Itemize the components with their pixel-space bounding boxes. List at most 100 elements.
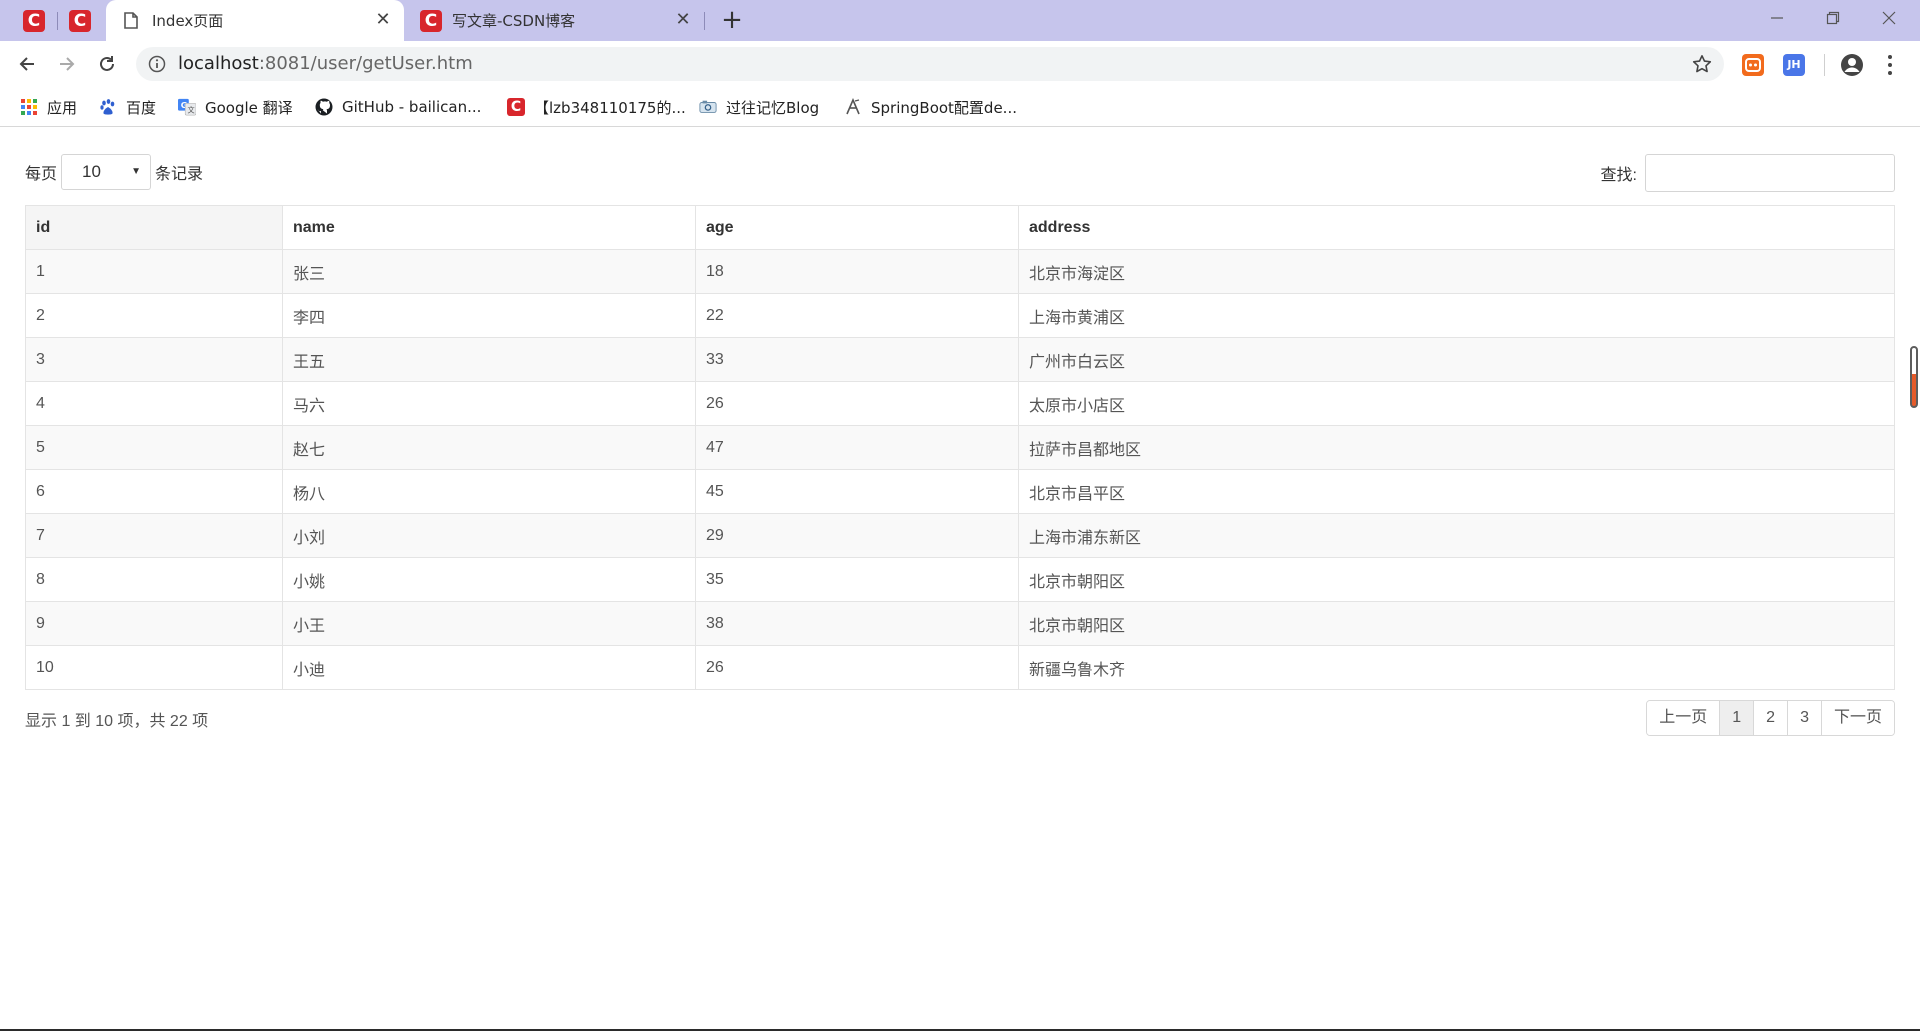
new-tab-button[interactable]: + (718, 6, 746, 34)
table-header-row: id name age address (25, 205, 1895, 250)
bookmark-label: 应用 (47, 98, 78, 117)
bookmark-csdn-blog[interactable]: C 【lzb348110175的... (507, 87, 686, 127)
pagination: 上一页 1 2 3 下一页 (1646, 700, 1895, 736)
csdn-logo: C (507, 98, 525, 116)
cell-name: 杨八 (282, 469, 696, 514)
address-bar[interactable]: localhost:8081/user/getUser.htm (136, 47, 1724, 81)
table-row: 6 杨八 45 北京市昌平区 (25, 469, 1895, 514)
cell-id: 9 (25, 601, 283, 646)
cell-id: 7 (25, 513, 283, 558)
table-row: 2 李四 22 上海市黄浦区 (25, 293, 1895, 338)
page-button-2[interactable]: 2 (1753, 701, 1788, 735)
csdn-icon: C (507, 98, 525, 116)
page-button-3[interactable]: 3 (1787, 701, 1821, 735)
bookmark-past-memory-blog[interactable]: 过往记忆Blog (699, 87, 819, 127)
search-label: 查找: (1600, 167, 1637, 184)
cell-age: 29 (695, 513, 1019, 558)
bookmark-apps[interactable]: 应用 (20, 87, 77, 127)
length-suffix-label: 条记录 (155, 166, 204, 183)
page-length-control: 每页 10 ▼ 条记录 (25, 154, 203, 190)
bookmark-github[interactable]: GitHub - bailican... (315, 87, 481, 127)
reload-button[interactable] (92, 49, 122, 79)
close-tab-icon[interactable]: ✕ (374, 11, 392, 29)
extension-jh-icon[interactable]: JH (1783, 54, 1805, 76)
spring-icon (844, 98, 862, 116)
cell-address: 北京市朝阳区 (1018, 557, 1895, 602)
table-row: 4 马六 26 太原市小店区 (25, 381, 1895, 426)
next-page-button[interactable]: 下一页 (1820, 701, 1894, 735)
svg-text:文: 文 (187, 105, 194, 114)
prev-page-button[interactable]: 上一页 (1647, 701, 1720, 735)
search-input[interactable] (1645, 154, 1895, 192)
tab-csdn-write[interactable]: C 写文章-CSDN博客 ✕ (406, 0, 704, 41)
scroll-indicator[interactable] (1910, 346, 1918, 408)
pinned-tab-csdn-1[interactable]: C (21, 8, 47, 34)
back-button[interactable] (12, 49, 42, 79)
minimize-icon (1771, 17, 1783, 19)
window-close-button[interactable] (1864, 0, 1914, 36)
blog-icon (699, 98, 717, 116)
column-header-id[interactable]: id (25, 205, 283, 250)
bookmark-label: SpringBoot配置de... (871, 98, 1017, 117)
table-row: 10 小迪 26 新疆乌鲁木齐 (25, 645, 1895, 690)
dropdown-caret-icon: ▼ (131, 166, 142, 177)
url-host: localhost (178, 53, 259, 74)
bookmark-label: GitHub - bailican... (342, 98, 482, 116)
bookmark-springboot[interactable]: SpringBoot配置de... (844, 87, 1017, 127)
length-prefix-label: 每页 (25, 166, 58, 183)
tab-separator (704, 12, 705, 30)
forward-button[interactable] (52, 49, 82, 79)
bookmark-baidu[interactable]: 百度 (99, 87, 156, 127)
pinned-tab-csdn-2[interactable]: C (67, 8, 93, 34)
cell-name: 马六 (282, 381, 696, 426)
page-button-1[interactable]: 1 (1719, 701, 1754, 735)
forward-arrow-icon (60, 57, 75, 71)
cell-age: 35 (695, 557, 1019, 602)
cell-id: 5 (25, 425, 283, 470)
apps-grid-icon (20, 98, 38, 116)
column-header-age[interactable]: age (695, 205, 1019, 250)
minimize-button[interactable] (1752, 0, 1802, 36)
info-icon[interactable] (148, 55, 166, 73)
cell-name: 小刘 (282, 513, 696, 558)
bookmark-google-translate[interactable]: G文 Google 翻译 (178, 87, 293, 127)
table-info: 显示 1 到 10 项，共 22 项 (25, 713, 209, 730)
extension-orange-icon[interactable] (1742, 54, 1764, 76)
bookmark-label: 百度 (126, 98, 157, 117)
csdn-logo: C (420, 9, 442, 32)
browser-toolbar: localhost:8081/user/getUser.htm JH (0, 41, 1920, 87)
tab-index-page[interactable]: Index页面 ✕ (106, 0, 404, 41)
cell-address: 新疆乌鲁木齐 (1018, 645, 1895, 690)
page-length-value: 10 (82, 162, 101, 181)
cell-id: 10 (25, 645, 283, 690)
table-row: 5 赵七 47 拉萨市昌都地区 (25, 425, 1895, 470)
url-path: :8081/user/getUser.htm (258, 53, 473, 74)
tab-strip: C C Index页面 ✕ C 写文章-CSDN博客 ✕ + (0, 0, 1920, 41)
close-tab-icon[interactable]: ✕ (674, 11, 692, 29)
browser-menu-button[interactable] (1885, 52, 1895, 78)
cell-name: 王五 (282, 337, 696, 382)
table-row: 1 张三 18 北京市海淀区 (25, 249, 1895, 294)
cell-address: 太原市小店区 (1018, 381, 1895, 426)
cell-id: 1 (25, 249, 283, 294)
restore-button[interactable] (1808, 0, 1858, 36)
cell-id: 2 (25, 293, 283, 338)
tab-separator (57, 12, 58, 30)
bookmark-star-icon[interactable] (1692, 54, 1712, 74)
close-icon (1882, 11, 1896, 25)
cell-age: 22 (695, 293, 1019, 338)
cell-age: 38 (695, 601, 1019, 646)
table-row: 8 小姚 35 北京市朝阳区 (25, 557, 1895, 602)
cell-age: 26 (695, 381, 1019, 426)
cell-address: 广州市白云区 (1018, 337, 1895, 382)
cell-age: 26 (695, 645, 1019, 690)
column-header-name[interactable]: name (282, 205, 696, 250)
column-header-address[interactable]: address (1018, 205, 1895, 250)
cell-name: 小王 (282, 601, 696, 646)
profile-avatar-icon[interactable] (1840, 53, 1864, 77)
back-arrow-icon (19, 57, 34, 71)
page-length-select[interactable]: 10 ▼ (61, 154, 152, 190)
csdn-icon: C (420, 9, 442, 32)
tab-title: Index页面 (152, 12, 224, 30)
cell-id: 6 (25, 469, 283, 514)
